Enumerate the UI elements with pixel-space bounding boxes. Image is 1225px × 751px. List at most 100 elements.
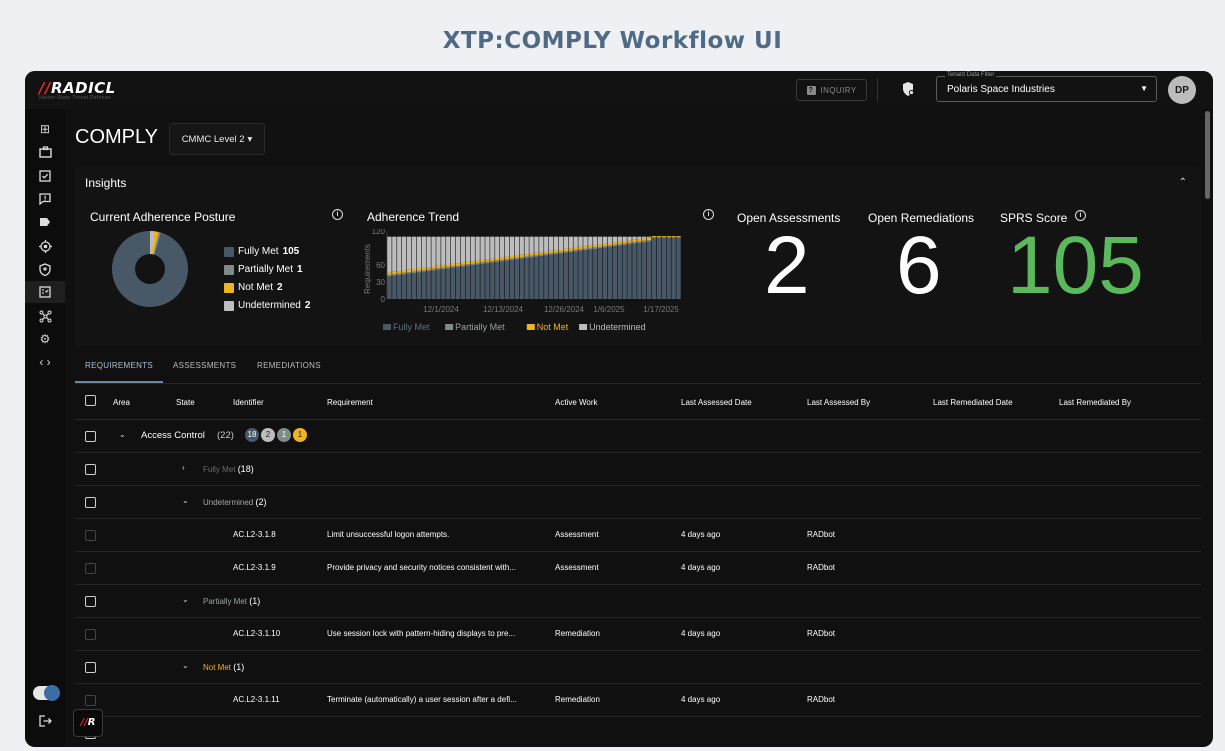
bar-fully-met bbox=[602, 247, 608, 299]
col-active-work[interactable]: Active Work bbox=[555, 398, 598, 407]
bar-fully-met bbox=[558, 253, 564, 299]
code-icon[interactable]: ‹ › bbox=[25, 351, 65, 373]
last-assessed-by-cell: RADbot bbox=[807, 629, 836, 638]
task-check-icon[interactable] bbox=[25, 165, 65, 187]
table-row[interactable]: AC.L2-3.1.9 Provide privacy and security … bbox=[75, 552, 1201, 585]
gear-icon[interactable]: ⚙ bbox=[25, 328, 65, 350]
tab-remediations[interactable]: REMEDIATIONS bbox=[257, 361, 321, 370]
tab-requirements[interactable]: REQUIREMENTS bbox=[85, 361, 153, 370]
bar-not-met bbox=[553, 250, 559, 253]
briefcase-icon[interactable] bbox=[25, 141, 65, 163]
legend-label: Not Met bbox=[537, 322, 569, 332]
bar-fully-met bbox=[406, 273, 412, 299]
bar-undetermined bbox=[436, 236, 441, 266]
col-state[interactable]: State bbox=[176, 398, 195, 407]
bar-undetermined bbox=[411, 236, 417, 270]
bar-fully-met bbox=[475, 264, 480, 299]
y-tick-label: 60 bbox=[376, 261, 385, 270]
row-checkbox[interactable] bbox=[85, 530, 96, 541]
col-last-assessed-by[interactable]: Last Assessed By bbox=[807, 398, 870, 407]
bar-partially-met bbox=[632, 241, 637, 244]
bar-undetermined bbox=[534, 236, 539, 253]
tag-icon[interactable] bbox=[25, 211, 65, 233]
state-group-row[interactable]: › Fully Met (18) bbox=[75, 453, 1201, 486]
bar-partially-met bbox=[470, 263, 475, 266]
identifier-cell[interactable]: AC.L2-3.1.9 bbox=[233, 563, 276, 572]
bar-not-met bbox=[460, 262, 466, 265]
group-row-access-control[interactable]: ⌄ Access Control (22) 18 2 1 1 bbox=[75, 420, 1201, 453]
bar-partially-met bbox=[485, 261, 490, 264]
bar-partially-met bbox=[607, 245, 613, 247]
bar-undetermined bbox=[568, 236, 573, 249]
bar-fully-met bbox=[436, 269, 441, 299]
table-row[interactable]: AC.L2-3.1.11 Terminate (automatically) a … bbox=[75, 684, 1201, 717]
bar-fully-met bbox=[460, 266, 466, 299]
bar-not-met bbox=[534, 252, 539, 256]
row-checkbox[interactable] bbox=[85, 662, 96, 673]
user-avatar[interactable]: DP bbox=[1168, 76, 1196, 104]
bar-undetermined bbox=[602, 236, 608, 244]
identifier-cell[interactable]: AC.L2-3.1.10 bbox=[233, 629, 280, 638]
bar-partially-met bbox=[588, 247, 593, 250]
shield-icon[interactable] bbox=[25, 258, 65, 280]
select-all-checkbox[interactable] bbox=[85, 395, 96, 406]
state-group-row[interactable]: ⌄ Undetermined (2) bbox=[75, 486, 1201, 519]
badge-undetermined: 2 bbox=[261, 428, 275, 442]
row-checkbox[interactable] bbox=[85, 464, 96, 475]
row-checkbox[interactable] bbox=[85, 695, 96, 706]
info-icon[interactable]: i bbox=[703, 209, 714, 220]
theme-toggle[interactable] bbox=[33, 685, 60, 701]
identifier-cell[interactable]: AC.L2-3.1.8 bbox=[233, 530, 276, 539]
col-identifier[interactable]: Identifier bbox=[233, 398, 264, 407]
col-last-remediated-by[interactable]: Last Remediated By bbox=[1059, 398, 1131, 407]
chevron-down-icon[interactable]: ⌄ bbox=[182, 595, 189, 604]
network-icon[interactable] bbox=[25, 305, 65, 327]
active-work-cell[interactable]: Remediation bbox=[555, 629, 600, 638]
open-assessments-value: 2 bbox=[764, 220, 810, 311]
legend-label: Undetermined bbox=[589, 322, 646, 332]
level-select[interactable]: CMMC Level 2 ▾ bbox=[169, 123, 265, 155]
chevron-right-icon[interactable]: › bbox=[182, 463, 185, 472]
active-work-cell[interactable]: Remediation bbox=[555, 695, 600, 704]
row-checkbox[interactable] bbox=[85, 431, 96, 442]
active-work-cell[interactable]: Assessment bbox=[555, 563, 599, 572]
row-checkbox[interactable] bbox=[85, 497, 96, 508]
active-work-cell[interactable]: Assessment bbox=[555, 530, 599, 539]
group-row[interactable] bbox=[75, 717, 1201, 747]
state-group-row[interactable]: ⌄ Not Met (1) bbox=[75, 651, 1201, 684]
table-row[interactable]: AC.L2-3.1.10 Use session lock with patter… bbox=[75, 618, 1201, 651]
alert-message-icon[interactable] bbox=[25, 188, 65, 210]
col-last-assessed-date[interactable]: Last Assessed Date bbox=[681, 398, 752, 407]
chevron-down-icon[interactable]: ⌄ bbox=[182, 496, 189, 505]
bar-fully-met bbox=[598, 248, 603, 299]
radicl-mini-logo[interactable]: //R bbox=[73, 709, 103, 737]
row-checkbox[interactable] bbox=[85, 563, 96, 574]
bar-fully-met bbox=[480, 263, 485, 299]
identifier-cell[interactable]: AC.L2-3.1.11 bbox=[233, 695, 280, 704]
shield-settings-icon[interactable] bbox=[901, 81, 915, 97]
chevron-down-icon[interactable]: ⌄ bbox=[119, 430, 126, 439]
bar-fully-met bbox=[529, 257, 534, 299]
state-group-row[interactable]: ⌄ Partially Met (1) bbox=[75, 585, 1201, 618]
bar-fully-met bbox=[534, 256, 539, 299]
requirement-cell: Provide privacy and security notices con… bbox=[327, 563, 516, 572]
scrollbar[interactable] bbox=[1205, 111, 1210, 199]
logout-icon[interactable] bbox=[25, 710, 65, 732]
chevron-up-icon[interactable]: ⌃ bbox=[1179, 177, 1187, 188]
table-row[interactable]: AC.L2-3.1.8 Limit unsuccessful logon atte… bbox=[75, 519, 1201, 552]
col-area[interactable]: Area bbox=[113, 398, 130, 407]
info-icon[interactable]: i bbox=[332, 209, 343, 220]
chevron-down-icon[interactable]: ⌄ bbox=[182, 661, 189, 670]
tenant-filter-select[interactable]: Tenant Data Filter Polaris Space Industr… bbox=[936, 72, 1157, 102]
dashboard-icon[interactable]: ⊞ bbox=[25, 118, 65, 140]
row-checkbox[interactable] bbox=[85, 596, 96, 607]
tab-assessments[interactable]: ASSESSMENTS bbox=[173, 361, 236, 370]
inquiry-button[interactable]: ? INQUIRY bbox=[796, 79, 867, 101]
row-checkbox[interactable] bbox=[85, 629, 96, 640]
bar-partially-met bbox=[500, 259, 505, 262]
comply-icon[interactable] bbox=[25, 281, 65, 303]
col-last-remediated-date[interactable]: Last Remediated Date bbox=[933, 398, 1013, 407]
target-icon[interactable] bbox=[25, 235, 65, 257]
col-requirement[interactable]: Requirement bbox=[327, 398, 373, 407]
bar-partially-met bbox=[495, 260, 500, 262]
